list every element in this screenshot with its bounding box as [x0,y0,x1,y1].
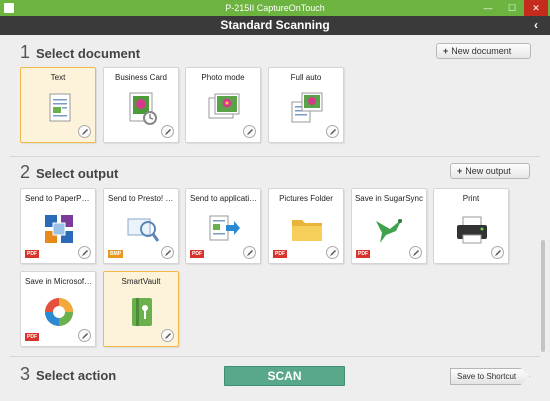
save-to-shortcut-button[interactable]: Save to Shortcut [450,368,530,385]
pdf-badge: PDF [356,250,370,258]
output-card-paperport[interactable]: Send to PaperPort ... PDF [20,188,96,264]
card-label: Pictures Folder [279,194,333,203]
app-header: Standard Scanning ‹ [0,16,550,35]
section-select-document: 1 Select document [20,42,140,63]
edit-pencil-icon[interactable] [243,246,256,259]
section-select-action: 3 Select action [20,364,116,385]
maximize-button[interactable]: ☐ [500,0,524,16]
section-title: Select output [36,166,119,181]
window-titlebar: P-215II CaptureOnTouch — ☐ ✕ [0,0,550,16]
new-output-button[interactable]: + New output [450,163,530,179]
window-title: P-215II CaptureOnTouch [225,3,325,13]
pdf-badge: PDF [273,250,287,258]
pdf-badge: PDF [190,250,204,258]
new-output-label: New output [465,166,511,176]
section-divider [10,156,540,157]
microsoft-sharepoint-icon [45,298,73,326]
close-button[interactable]: ✕ [524,0,548,16]
section-title: Select document [36,46,141,61]
bmp-badge: BMP [108,250,124,258]
edit-pencil-icon[interactable] [78,246,91,259]
edit-pencil-icon[interactable] [78,125,91,138]
document-card-business-card[interactable]: Business Card [103,67,179,143]
section-number: 3 [20,364,31,384]
edit-pencil-icon[interactable] [326,125,339,138]
scrollbar-thumb[interactable] [541,240,545,352]
printer-icon [457,216,487,244]
edit-pencil-icon[interactable] [409,246,422,259]
output-card-print[interactable]: Print [433,188,509,264]
photo-mode-icon [208,93,240,119]
folder-icon [292,220,322,241]
section-select-output: 2 Select output [20,162,118,183]
edit-pencil-icon[interactable] [326,246,339,259]
card-label: Text [50,73,66,82]
text-document-icon [49,93,71,122]
edit-pencil-icon[interactable] [161,125,174,138]
section-number: 1 [20,42,31,62]
edit-pencil-icon[interactable] [243,125,256,138]
output-card-microsoft-sharepoint[interactable]: Save in Microsoft S... PDF [20,271,96,347]
card-label: SmartVault [121,277,161,286]
full-auto-icon [291,92,323,123]
section-divider [10,356,540,357]
card-label: Save in SugarSync [354,194,424,203]
plus-icon: + [443,46,449,56]
output-card-send-to-application[interactable]: Send to application PDF [185,188,261,264]
output-card-pictures-folder[interactable]: Pictures Folder PDF [268,188,344,264]
document-card-photo-mode[interactable]: Photo mode [185,67,261,143]
new-document-label: New document [451,46,512,56]
page-title: Standard Scanning [220,18,330,32]
section-title: Select action [36,368,117,383]
app-icon [4,3,14,13]
paperport-icon [45,215,73,243]
output-card-smartvault[interactable]: SmartVault [103,271,179,347]
plus-icon: + [457,166,463,176]
card-label: Print [462,194,480,203]
output-card-presto-biz[interactable]: Send to Presto! Biz... BMP [103,188,179,264]
section-number: 2 [20,162,31,182]
pdf-badge: PDF [25,333,39,341]
card-label: Photo mode [201,73,245,82]
edit-pencil-icon[interactable] [491,246,504,259]
document-card-text[interactable]: Text [20,67,96,143]
card-label: Save in Microsoft S... [25,277,93,286]
output-card-sugarsync[interactable]: Save in SugarSync PDF [351,188,427,264]
business-card-icon [129,92,157,125]
document-card-full-auto[interactable]: Full auto [268,67,344,143]
send-to-application-icon [209,215,240,241]
new-document-button[interactable]: + New document [436,43,531,59]
minimize-button[interactable]: — [476,0,500,16]
edit-pencil-icon[interactable] [78,329,91,342]
pdf-badge: PDF [25,250,39,258]
scan-button[interactable]: SCAN [224,366,345,386]
edit-pencil-icon[interactable] [161,329,174,342]
smartvault-icon [132,298,152,326]
back-icon[interactable]: ‹ [534,16,538,35]
card-label: Full auto [290,73,322,82]
card-label: Business Card [114,73,168,82]
card-label: Send to application [190,194,258,203]
edit-pencil-icon[interactable] [161,246,174,259]
card-label: Send to Presto! Biz... [108,194,176,203]
sugarsync-icon [376,219,402,243]
presto-biz-icon [127,218,160,242]
card-label: Send to PaperPort ... [25,194,93,203]
